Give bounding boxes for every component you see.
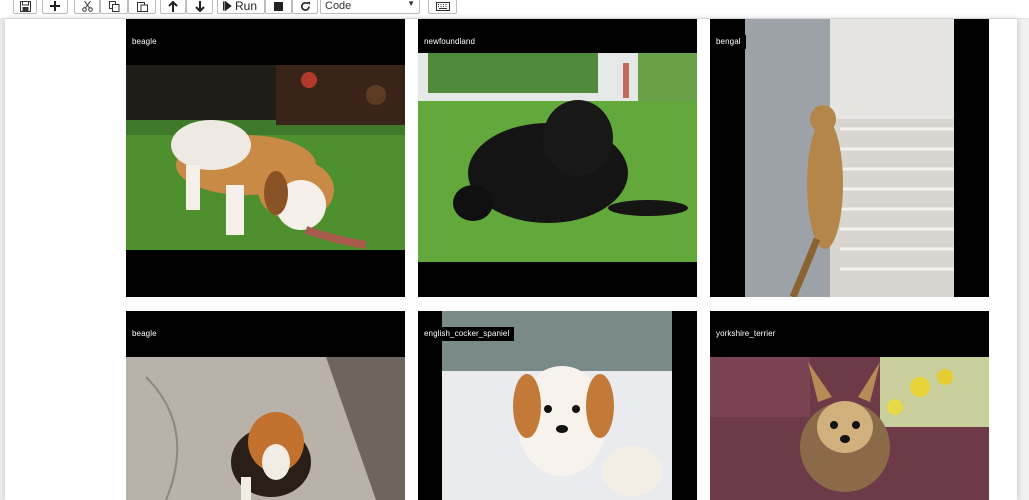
copy-button[interactable] <box>100 0 128 14</box>
copy-icon <box>108 0 119 12</box>
image-cell-beagle: beagle <box>126 19 405 297</box>
run-button[interactable]: Run <box>217 0 265 14</box>
scissors-icon <box>81 0 93 12</box>
cell-type-value: Code <box>325 0 352 12</box>
vertical-scrollbar[interactable] <box>1021 19 1029 500</box>
chevron-down-icon: ▼ <box>407 0 415 8</box>
image-cell-yorkshire-terrier: yorkshire_terrier <box>710 311 989 500</box>
image-cell-bengal: bengal <box>710 19 989 297</box>
photo-beagle-pavement <box>126 357 405 500</box>
image-label: bengal <box>710 35 746 49</box>
image-cell-beagle-2: beagle <box>126 311 405 500</box>
move-up-button[interactable] <box>160 0 186 14</box>
plus-icon <box>50 1 60 11</box>
arrow-up-icon <box>168 0 178 12</box>
paste-icon <box>136 1 148 12</box>
image-label: beagle <box>126 35 162 49</box>
save-button[interactable] <box>13 0 37 14</box>
restart-button[interactable] <box>292 0 318 14</box>
photo-beagle-grass <box>126 65 405 250</box>
keyboard-icon <box>435 1 450 11</box>
run-label: Run <box>235 0 258 13</box>
move-down-button[interactable] <box>186 0 213 14</box>
insert-cell-button[interactable] <box>42 0 68 14</box>
save-icon <box>19 0 31 12</box>
notebook-toolbar: Run Code ▼ <box>0 0 1029 19</box>
command-palette-button[interactable] <box>428 0 457 14</box>
image-label: english_cocker_spaniel <box>418 327 515 341</box>
image-label: newfoundland <box>418 35 481 49</box>
arrow-down-icon <box>194 0 205 12</box>
image-label: yorkshire_terrier <box>710 327 781 341</box>
paste-button[interactable] <box>128 0 156 14</box>
cut-button[interactable] <box>74 0 100 14</box>
play-icon <box>223 1 232 11</box>
image-label: beagle <box>126 327 162 341</box>
restart-icon <box>300 1 310 11</box>
photo-yorkie-armchair <box>710 357 989 500</box>
stop-icon <box>274 1 283 11</box>
interrupt-button[interactable] <box>265 0 292 14</box>
cell-type-select[interactable]: Code ▼ <box>320 0 420 14</box>
photo-bengal-window <box>745 19 954 297</box>
image-cell-newfoundland: newfoundland <box>418 19 697 297</box>
photo-newfoundland-lawn <box>418 53 697 262</box>
image-cell-english-cocker-spaniel: english_cocker_spaniel <box>418 311 697 500</box>
